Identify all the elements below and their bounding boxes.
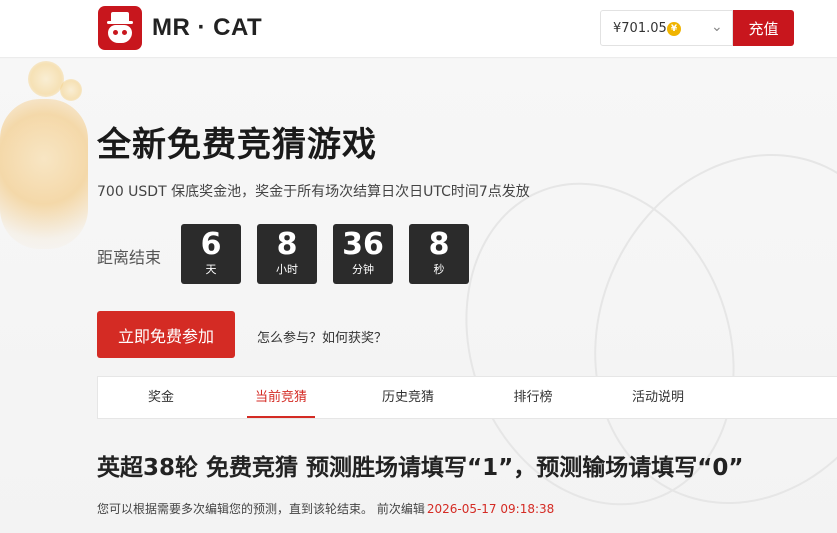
tab-event-rules[interactable]: 活动说明 (620, 377, 696, 418)
countdown-label: 距离结束 (97, 248, 162, 267)
last-edit-time: 2026-05-17 09:18:38 (426, 502, 555, 516)
chevron-down-icon: ⌄ (711, 19, 723, 35)
balance-amount: ¥701.05 (613, 21, 667, 36)
hero-subtitle: 700 USDT 保底奖金池，奖金于所有场次结算日次日UTC时间7点发放 (97, 184, 530, 200)
tab-current-quiz[interactable]: 当前竞猜 (247, 377, 315, 418)
countdown-value: 6 (200, 227, 222, 262)
countdown-unit: 小时 (276, 263, 298, 276)
bee-antenna-ball (28, 61, 64, 97)
tab-bar: 奖金 当前竞猜 历史竞猜 排行榜 活动说明 (97, 376, 837, 419)
balance-dropdown[interactable]: ¥701.05 ¥ ⌄ (600, 10, 733, 46)
bee-antenna-ball (60, 79, 82, 101)
cat-hat-logo-icon[interactable] (98, 6, 142, 50)
join-free-button[interactable]: 立即免费参加 (97, 311, 235, 358)
countdown-value: 8 (428, 227, 450, 262)
bee-mascot-illustration (0, 99, 88, 249)
recharge-button[interactable]: 充值 (733, 10, 794, 46)
countdown-value: 8 (276, 227, 298, 262)
countdown-unit: 天 (205, 263, 217, 276)
yen-coin-icon: ¥ (667, 22, 681, 36)
countdown-unit: 秒 (433, 263, 445, 276)
countdown-value: 36 (342, 227, 384, 262)
edit-note: 您可以根据需要多次编辑您的预测，直到该轮结束。 前次编辑 2026-05-17 0… (97, 500, 554, 517)
brand-name[interactable]: MR · CAT (152, 14, 262, 42)
countdown-hours: 8 小时 (257, 224, 317, 284)
section-title: 英超38轮 免费竞猜 预测胜场请填写“1”，预测输场请填写“0” (97, 455, 744, 481)
tab-leaderboard[interactable]: 排行榜 (498, 377, 568, 418)
page-title: 全新免费竞猜游戏 (97, 125, 377, 165)
countdown-seconds: 8 秒 (409, 224, 469, 284)
tab-history-quiz[interactable]: 历史竞猜 (368, 377, 448, 418)
tab-prize[interactable]: 奖金 (128, 377, 194, 418)
top-header: MR · CAT ¥701.05 ¥ ⌄ 充值 (0, 0, 837, 58)
how-to-participate-link[interactable]: 怎么参与？如何获奖？ (257, 327, 387, 346)
countdown-unit: 分钟 (352, 263, 374, 276)
edit-note-text: 您可以根据需要多次编辑您的预测，直到该轮结束。 前次编辑 (97, 502, 425, 516)
countdown-days: 6 天 (181, 224, 241, 284)
countdown-minutes: 36 分钟 (333, 224, 393, 284)
